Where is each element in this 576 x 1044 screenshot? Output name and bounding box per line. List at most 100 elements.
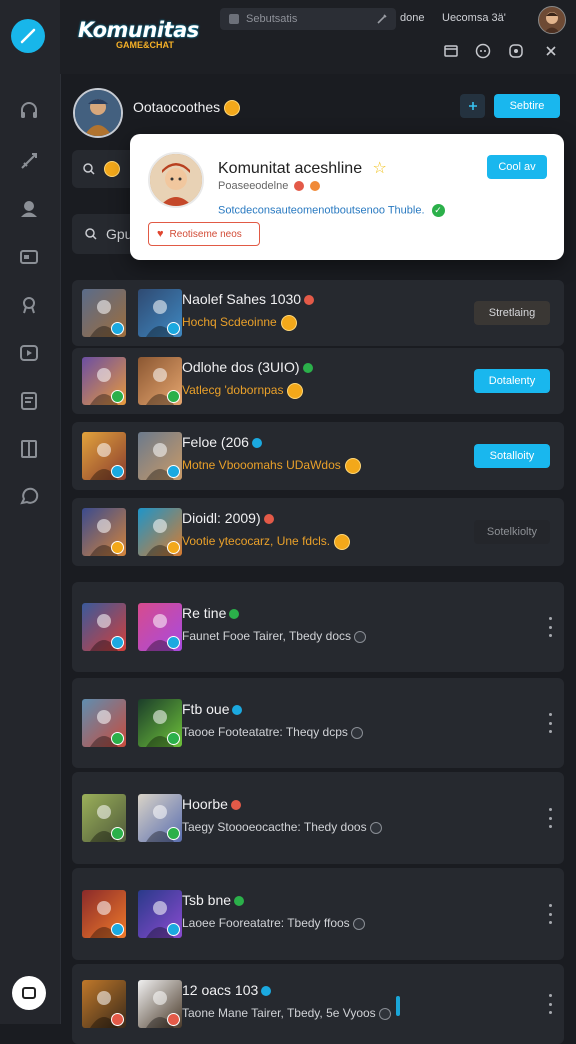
game-thumbnail[interactable] — [82, 508, 126, 556]
card-title-text: Hoorbe — [182, 796, 228, 812]
sidebar — [0, 0, 61, 1024]
thumbnail-badge-icon — [111, 923, 124, 936]
card-subtitle-text: Taooe Footeatatre: Theqy dcps — [182, 725, 348, 739]
collapse-icon[interactable] — [12, 976, 46, 1010]
coin-icon — [369, 821, 382, 834]
popover-description-text: Sotcdeconsauteomenotboutsenoo Thuble. — [218, 204, 425, 217]
game-thumbnail[interactable] — [82, 699, 126, 747]
popover-action-button[interactable]: Cool av — [487, 155, 547, 179]
card-action-button[interactable]: Sotalloity — [474, 444, 550, 468]
card-action-button[interactable]: Stretlaing — [474, 301, 550, 325]
game-thumbnail[interactable] — [82, 289, 126, 337]
headset-icon[interactable] — [16, 98, 42, 124]
community-card[interactable]: Odlohe dos (3UIO) Vatlecg 'dobornpas Dotal… — [72, 348, 564, 414]
community-card[interactable]: Naolef Sahes 1030 Hochq Scdeoinne Stretlai… — [72, 280, 564, 346]
profile-cta-button[interactable]: Sebtire — [494, 94, 560, 118]
game-thumbnail[interactable] — [82, 432, 126, 480]
thumbnail-badge-icon — [167, 465, 180, 478]
more-options-icon[interactable] — [546, 808, 554, 828]
game-thumbnail[interactable] — [138, 357, 182, 405]
card-title-text: Tsb bne — [182, 892, 232, 908]
done-label[interactable]: done — [400, 12, 424, 24]
ribbon-icon[interactable] — [16, 292, 42, 318]
community-card[interactable]: Hoorbe Taegy Stoooeocacthe: Thedy doos — [72, 772, 564, 864]
card-title-text: Naolef Sahes 1030 — [182, 291, 302, 307]
community-card[interactable]: 12 oacs 103 Taone Mane Tairer, Tbedy, 5e … — [72, 964, 564, 1044]
edit-icon[interactable] — [376, 12, 388, 30]
community-card[interactable]: Feloe (206 Motne Vbooomahs UDaWdos Sotallo… — [72, 422, 564, 490]
coin-icon — [287, 383, 304, 399]
user-label[interactable]: Uecomsa 3ä' — [442, 12, 506, 24]
discord-icon[interactable] — [474, 42, 492, 60]
thumbnail-badge-icon — [167, 923, 180, 936]
card-title-text: Re tine — [182, 605, 227, 621]
search-input[interactable]: Sebutsatis — [220, 8, 396, 30]
book-icon[interactable] — [16, 436, 42, 462]
card-subtitle-text: Taegy Stoooeocacthe: Thedy doos — [182, 820, 367, 834]
game-thumbnail[interactable] — [138, 432, 182, 480]
close-icon[interactable] — [542, 42, 560, 60]
profile-icon[interactable] — [16, 196, 42, 222]
profile-name-text: Ootaocoothes — [133, 99, 221, 115]
card-title-text: 12 oacs 103 — [182, 982, 259, 998]
card-subtitle-text: Laoee Fooreatatre: Tbedy ffoos — [182, 916, 350, 930]
red-badge-icon — [294, 181, 305, 192]
app-title: Komunitas — [78, 18, 199, 42]
scroll-indicator[interactable] — [396, 996, 400, 1016]
window-icon[interactable] — [442, 42, 460, 60]
note-icon[interactable] — [16, 388, 42, 414]
chat-icon[interactable] — [16, 484, 42, 510]
play-icon[interactable] — [16, 340, 42, 366]
game-thumbnail[interactable] — [138, 508, 182, 556]
popover-title: Komunitat aceshline ☆ — [218, 158, 387, 178]
coin-icon — [378, 1007, 391, 1020]
popover-tag-text: Reotiseme neos — [169, 228, 242, 240]
card-action-button[interactable]: Sotelkiolty — [474, 520, 550, 544]
game-thumbnail[interactable] — [138, 980, 182, 1028]
more-options-icon[interactable] — [546, 617, 554, 637]
card-subtitle-text: Vatlecg 'dobornpas — [182, 383, 284, 398]
card-subtitle: Hochq Scdeoinne — [182, 315, 297, 331]
profile-avatar[interactable] — [73, 88, 123, 138]
game-thumbnail[interactable] — [138, 603, 182, 651]
main-content: Ootaocoothes Sebtire Gpu Komunitat acesh… — [60, 74, 576, 1044]
thumbnail-badge-icon — [167, 636, 180, 649]
card-title-text: Ftb oue — [182, 701, 230, 717]
game-thumbnail[interactable] — [138, 289, 182, 337]
game-thumbnail[interactable] — [82, 890, 126, 938]
badge-icon[interactable] — [507, 42, 525, 60]
card-subtitle: Motne Vbooomahs UDaWdos — [182, 458, 361, 474]
brand-logo[interactable]: Komunitas GAME&CHAT — [78, 18, 199, 50]
thumbnail-badge-icon — [167, 390, 180, 403]
game-thumbnail[interactable] — [82, 980, 126, 1028]
more-options-icon[interactable] — [546, 994, 554, 1014]
game-thumbnail[interactable] — [82, 794, 126, 842]
app-logo-icon[interactable] — [11, 19, 45, 53]
thumbnail-badge-icon — [167, 827, 180, 840]
add-button[interactable] — [460, 94, 485, 118]
game-thumbnail[interactable] — [138, 794, 182, 842]
community-card[interactable]: Ftb oue Taooe Footeatatre: Theqy dcps — [72, 678, 564, 768]
game-thumbnail[interactable] — [82, 357, 126, 405]
more-options-icon[interactable] — [546, 904, 554, 924]
game-thumbnail[interactable] — [138, 699, 182, 747]
thumbnail-badge-icon — [167, 541, 180, 554]
profile-name: Ootaocoothes — [133, 99, 241, 117]
sword-icon[interactable] — [16, 148, 42, 174]
popover-tag-button[interactable]: ♥ Reotiseme neos — [148, 222, 260, 246]
community-card[interactable]: Tsb bne Laoee Fooreatatre: Tbedy ffoos — [72, 868, 564, 960]
game-thumbnail[interactable] — [82, 603, 126, 651]
search-icon — [83, 163, 95, 175]
more-options-icon[interactable] — [546, 713, 554, 733]
thumbnail-badge-icon — [111, 827, 124, 840]
coin-icon — [280, 315, 297, 331]
status-badge-icon — [229, 609, 240, 620]
game-thumbnail[interactable] — [138, 890, 182, 938]
popover-avatar[interactable] — [148, 152, 204, 208]
card-subtitle-text: Faunet Fooe Tairer, Tbedy docs — [182, 629, 351, 643]
community-card[interactable]: Dioidl: 2009) Vootie ytecocarz, Une fdcls… — [72, 498, 564, 566]
user-avatar[interactable] — [538, 6, 566, 34]
community-card[interactable]: Re tine Faunet Fooe Tairer, Tbedy docs — [72, 582, 564, 672]
id-card-icon[interactable] — [16, 244, 42, 270]
card-action-button[interactable]: Dotalenty — [474, 369, 550, 393]
